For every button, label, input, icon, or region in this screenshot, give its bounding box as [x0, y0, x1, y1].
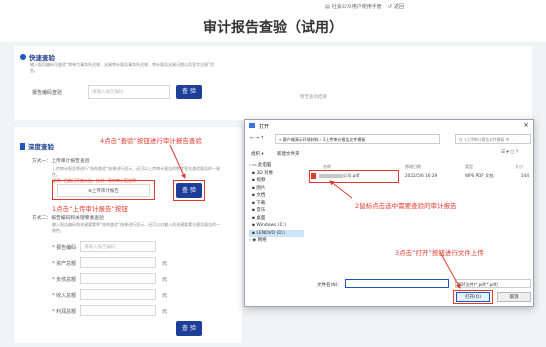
annotation-arrows: [169, 144, 461, 289]
arrow-step4: [169, 144, 186, 179]
arrow-step3: [439, 251, 461, 289]
arrow-step2: [329, 180, 353, 199]
